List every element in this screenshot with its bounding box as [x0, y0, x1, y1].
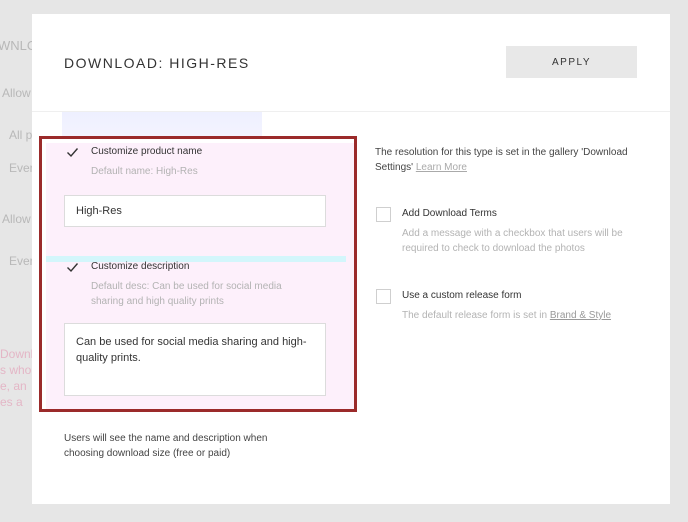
- brand-style-link[interactable]: Brand & Style: [550, 310, 611, 321]
- release-form-label: Use a custom release form: [402, 290, 522, 301]
- name-description-note: Users will see the name and description …: [64, 433, 268, 459]
- download-terms-checkbox[interactable]: [376, 207, 391, 222]
- modal-title: DOWNLOAD: HIGH-RES: [64, 55, 250, 71]
- resolution-text: The resolution for this type is set in t…: [375, 147, 628, 173]
- background-fragment: e, an: [0, 379, 27, 393]
- background-fragment: Ever: [9, 254, 34, 268]
- apply-button[interactable]: APPLY: [506, 46, 637, 78]
- background-fragment: All p: [9, 128, 33, 142]
- background-fragment: Allow: [2, 86, 31, 100]
- ghost-overlay: [62, 112, 262, 136]
- release-form-description: The default release form is set in Brand…: [402, 308, 652, 323]
- background-fragment: Ever: [9, 161, 34, 175]
- download-terms-description: Add a message with a checkbox that users…: [402, 228, 623, 254]
- download-terms-label: Add Download Terms: [402, 208, 497, 219]
- release-form-checkbox[interactable]: [376, 289, 391, 304]
- learn-more-link[interactable]: Learn More: [416, 162, 467, 173]
- resolution-info: The resolution for this type is set in t…: [375, 145, 637, 175]
- release-form-description-text: The default release form is set in: [402, 310, 548, 321]
- background-fragment: s who: [0, 363, 32, 377]
- highlight-annotation-box: [39, 136, 357, 412]
- background-fragment: es a: [0, 395, 23, 409]
- download-settings-modal: DOWNLOAD: HIGH-RES APPLY Customize produ…: [32, 14, 670, 504]
- background-fragment: Allow: [2, 212, 31, 226]
